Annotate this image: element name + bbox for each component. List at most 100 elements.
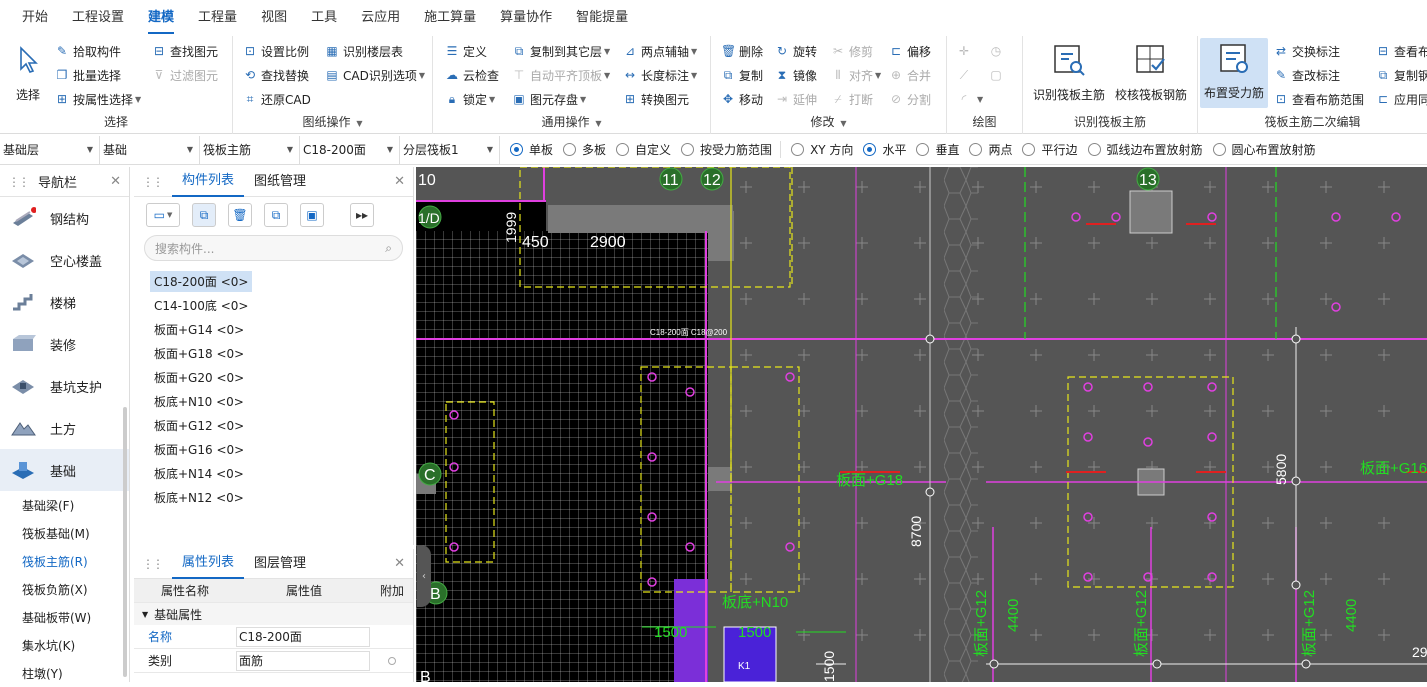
- component-list-item[interactable]: C14-100底 <0>: [134, 293, 413, 317]
- nav-item-steel[interactable]: 钢结构: [0, 197, 129, 239]
- copy-rebar-button[interactable]: ⧉ 复制钢: [1376, 64, 1427, 86]
- auto-align-top-button[interactable]: ⊤ 自动平齐顶板 ▼: [512, 64, 610, 86]
- radio-two-point[interactable]: 两点: [969, 141, 1012, 158]
- menu-tools[interactable]: 工具: [299, 0, 349, 36]
- nav-item-hollow-floor[interactable]: 空心楼盖: [0, 239, 129, 281]
- radio-xy[interactable]: XY 方向: [791, 141, 853, 158]
- draw-line-button[interactable]: ⟋: [957, 64, 975, 86]
- copy-component-button[interactable]: ⧉: [192, 203, 216, 227]
- lock-button[interactable]: 🔒︎ 锁定 ▼: [445, 88, 495, 110]
- more-button[interactable]: ▸▸: [350, 203, 374, 227]
- radio-vertical[interactable]: 垂直: [916, 141, 959, 158]
- menu-project-settings[interactable]: 工程设置: [60, 0, 136, 36]
- define-button[interactable]: ☰ 定义: [445, 40, 487, 62]
- floor-combo[interactable]: 基础层 ▼: [0, 135, 100, 164]
- radio-arc-radial[interactable]: 弧线边布置放射筋: [1087, 141, 1203, 158]
- component-list-item[interactable]: 板面+G16 <0>: [134, 437, 413, 461]
- identify-raft-rebar-button[interactable]: 识别筏板主筋: [1027, 40, 1111, 103]
- new-component-button[interactable]: ▭ ▼: [146, 203, 180, 227]
- break-button[interactable]: ⌿ 打断: [831, 88, 873, 110]
- offset-button[interactable]: ⊏ 偏移: [889, 40, 931, 62]
- menu-modeling[interactable]: 建模: [136, 0, 186, 36]
- collapse-handle[interactable]: ‹: [417, 545, 431, 607]
- nav-sub-raft-foundation[interactable]: 筏板基础(M): [0, 519, 129, 547]
- component-list-item[interactable]: 板底+N10 <0>: [134, 389, 413, 413]
- tab-component-list[interactable]: 构件列表: [172, 167, 245, 197]
- find-replace-button[interactable]: ⟲ 查找替换: [243, 64, 309, 86]
- layer-combo[interactable]: 分层筏板1 ▼: [400, 135, 500, 164]
- category-combo[interactable]: 基础 ▼: [100, 135, 200, 164]
- rotate-button[interactable]: ↻ 旋转: [775, 40, 817, 62]
- find-element-button[interactable]: ⊟ 查找图元: [152, 40, 218, 62]
- component-list-item[interactable]: 板面+G14 <0>: [134, 317, 413, 341]
- radio-by-range[interactable]: 按受力筋范围: [681, 141, 782, 158]
- grip-icon[interactable]: ⋮⋮: [142, 175, 164, 189]
- copy-button[interactable]: ⧉ 复制: [721, 64, 763, 86]
- component-list-item[interactable]: 板底+N12 <0>: [134, 485, 413, 509]
- radio-single-slab[interactable]: 单板: [510, 141, 553, 158]
- set-scale-button[interactable]: ⊡ 设置比例: [243, 40, 309, 62]
- select-by-attr-button[interactable]: ⊞ 按属性选择 ▼: [55, 88, 141, 110]
- close-icon[interactable]: ✕: [110, 174, 121, 189]
- check-raft-rebar-button[interactable]: 校核筏板钢筋: [1111, 40, 1191, 103]
- place-rebar-button[interactable]: 布置受力筋: [1200, 38, 1268, 108]
- select-button[interactable]: 选择: [6, 40, 50, 103]
- menu-construction[interactable]: 施工算量: [412, 0, 488, 36]
- cad-options-button[interactable]: ▤ CAD识别选项 ▼: [325, 64, 425, 86]
- tab-drawing-management[interactable]: 图纸管理: [244, 167, 316, 197]
- component-list-item[interactable]: 板面+G20 <0>: [134, 365, 413, 389]
- save-template-button[interactable]: ▣: [300, 203, 324, 227]
- component-list-item[interactable]: C18-200面 <0>: [134, 269, 413, 293]
- split-button[interactable]: ⊘ 分割: [889, 88, 931, 110]
- component-list-item[interactable]: 板底+N14 <0>: [134, 461, 413, 485]
- nav-sub-column-pier[interactable]: 柱墩(Y): [0, 659, 129, 687]
- menu-cloud[interactable]: 云应用: [349, 0, 412, 36]
- identify-floor-table-button[interactable]: ▦ 识别楼层表: [325, 40, 403, 62]
- menu-smart-extract[interactable]: 智能提量: [564, 0, 640, 36]
- menu-start[interactable]: 开始: [10, 0, 60, 36]
- draw-rotate-point-button[interactable]: ◷: [989, 40, 1007, 62]
- mirror-button[interactable]: ⧗ 镜像: [775, 64, 817, 86]
- merge-button[interactable]: ⊕ 合并: [889, 64, 931, 86]
- filter-element-button[interactable]: ⊽ 过滤图元: [152, 64, 218, 86]
- tab-attribute-list[interactable]: 属性列表: [172, 549, 245, 579]
- component-list-item[interactable]: 板面+G18 <0>: [134, 341, 413, 365]
- checkbox[interactable]: [388, 656, 396, 665]
- menu-collaboration[interactable]: 算量协作: [488, 0, 564, 36]
- nav-item-stairs[interactable]: 楼梯: [0, 281, 129, 323]
- nav-item-decoration[interactable]: 装修: [0, 323, 129, 365]
- delete-button[interactable]: 🗑︎ 删除: [721, 40, 763, 62]
- length-dim-button[interactable]: ↔ 长度标注 ▼: [623, 64, 697, 86]
- grip-icon[interactable]: ⋮⋮: [8, 175, 30, 189]
- align-button[interactable]: ⫴ 对齐 ▼: [831, 64, 881, 86]
- close-icon[interactable]: ✕: [394, 174, 405, 189]
- draw-arc-button[interactable]: ◜ ▼: [957, 88, 983, 110]
- tab-layer-management[interactable]: 图层管理: [244, 549, 316, 579]
- apply-same-button[interactable]: ⊏ 应用同: [1376, 88, 1427, 110]
- layer-copy-button[interactable]: ⧉: [264, 203, 288, 227]
- component-combo[interactable]: C18-200面 ▼: [300, 135, 400, 164]
- save-element-button[interactable]: ▣ 图元存盘 ▼: [512, 88, 586, 110]
- copy-to-layer-button[interactable]: ⧉ 复制到其它层 ▼: [512, 40, 610, 62]
- draw-point-button[interactable]: ✛: [957, 40, 975, 62]
- nav-item-earthwork[interactable]: 土方: [0, 407, 129, 449]
- radio-parallel-edge[interactable]: 平行边: [1022, 141, 1078, 158]
- restore-cad-button[interactable]: ⌗ 还原CAD: [243, 88, 311, 110]
- menu-quantity[interactable]: 工程量: [186, 0, 249, 36]
- name-field[interactable]: C18-200面: [236, 626, 370, 647]
- nav-item-foundation[interactable]: 基础: [0, 449, 129, 491]
- delete-component-button[interactable]: 🗑︎: [228, 203, 252, 227]
- radio-horizontal[interactable]: 水平: [863, 141, 906, 158]
- search-input[interactable]: 搜索构件... ⌕: [144, 235, 403, 261]
- convert-element-button[interactable]: ⊞ 转换图元: [623, 88, 689, 110]
- cloud-check-button[interactable]: ☁ 云检查: [445, 64, 499, 86]
- view-rebar-button[interactable]: ⊟ 查看布: [1376, 40, 1427, 62]
- radio-multi-slab[interactable]: 多板: [563, 141, 606, 158]
- grip-icon[interactable]: ⋮⋮: [142, 557, 164, 571]
- nav-sub-raft-main-rebar[interactable]: 筏板主筋(R): [0, 547, 129, 575]
- nav-sub-raft-neg-rebar[interactable]: 筏板负筋(X): [0, 575, 129, 603]
- batch-select-button[interactable]: ❐ 批量选择: [55, 64, 121, 86]
- radio-custom[interactable]: 自定义: [616, 141, 671, 158]
- pick-component-button[interactable]: ✎ 拾取构件: [55, 40, 121, 62]
- swap-annotation-button[interactable]: ⇄ 交换标注: [1274, 40, 1340, 62]
